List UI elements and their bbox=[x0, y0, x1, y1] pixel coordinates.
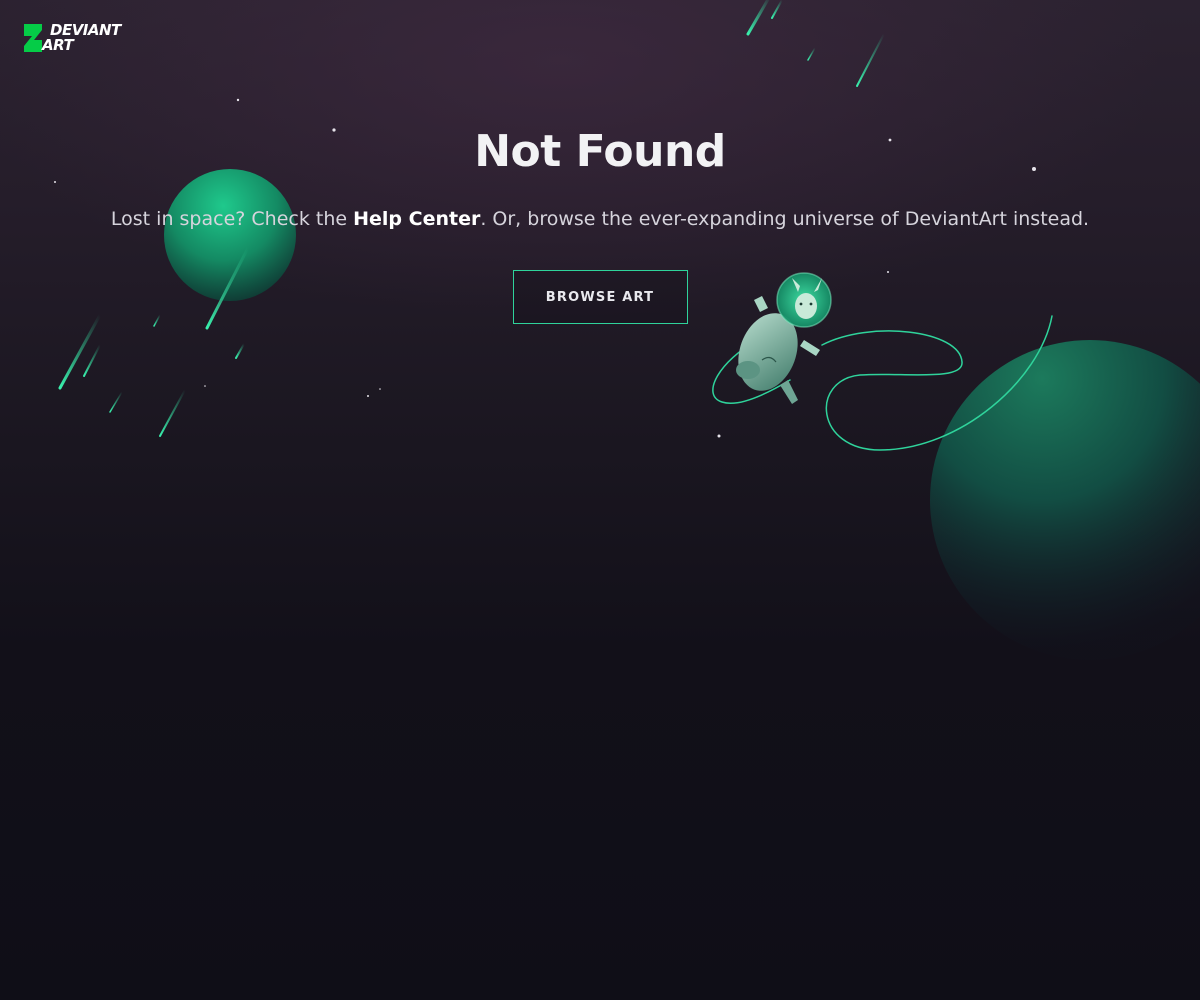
help-center-link[interactable]: Help Center bbox=[353, 208, 480, 230]
browse-art-button[interactable]: BROWSE ART bbox=[512, 270, 688, 324]
subtitle-text-after: . Or, browse the ever-expanding universe… bbox=[480, 208, 1090, 230]
subtitle-text-before: Lost in space? Check the bbox=[110, 208, 354, 230]
page-title: Not Found bbox=[474, 126, 726, 177]
logo-line-2: ART bbox=[42, 36, 74, 54]
deviantart-logo[interactable]: DEVIANT ART bbox=[22, 22, 121, 54]
deviantart-logo-icon bbox=[24, 24, 42, 52]
not-found-content: Not Found Lost in space? Check the Help … bbox=[0, 120, 1200, 324]
large-planet bbox=[930, 340, 1200, 660]
logo-wordmark: DEVIANT ART bbox=[42, 23, 121, 53]
page-subtitle: Lost in space? Check the Help Center. Or… bbox=[0, 206, 1200, 232]
